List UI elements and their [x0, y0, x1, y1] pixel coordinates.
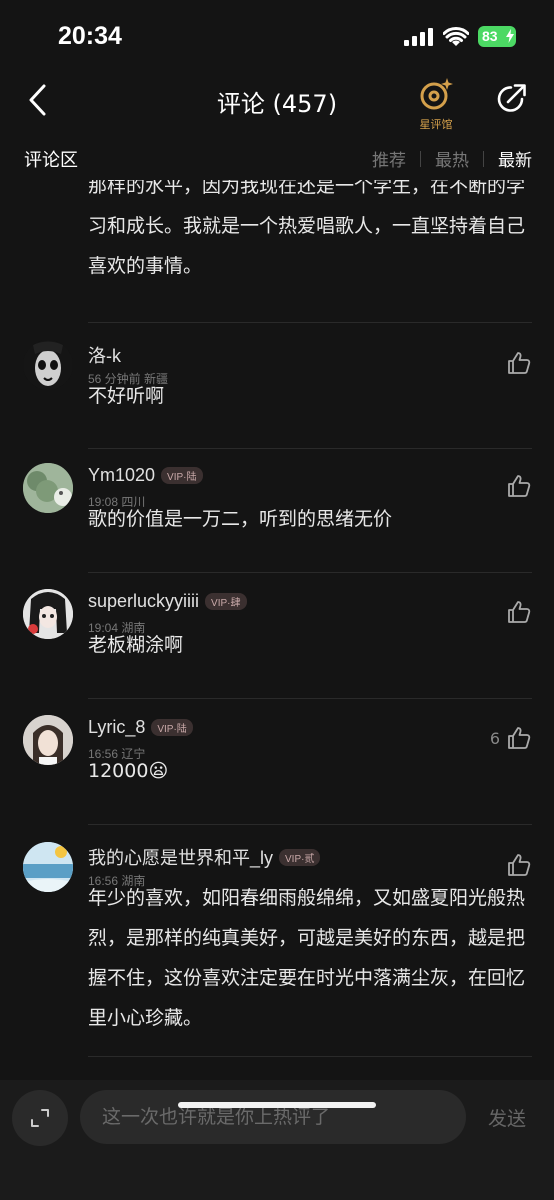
like-button[interactable] — [506, 473, 532, 499]
page-title: 评论 (457) — [216, 90, 338, 118]
username-row: Lyric_8 VIP·陆 — [88, 717, 193, 738]
username-row: Ym1020 VIP·陆 — [88, 465, 203, 486]
review-hall-label: 星评馆 — [419, 118, 453, 131]
like-button[interactable] — [506, 350, 532, 376]
avatar[interactable] — [23, 340, 73, 390]
comment-text-partial: 那样的水平，因为我现在还是一个学生，在不断的学习和成长。我就是一个热爱唱歌人，一… — [88, 180, 526, 277]
username[interactable]: superluckyyiiii — [88, 591, 199, 612]
comment-divider — [88, 572, 532, 573]
status-time: 20:34 — [58, 22, 122, 50]
like-count: 6 — [489, 728, 500, 748]
username-row: 我的心愿是世界和平_ly VIP·贰 — [88, 844, 321, 870]
comment-input[interactable] — [80, 1090, 466, 1144]
expand-icon — [31, 1109, 49, 1127]
vinyl-star-icon — [420, 78, 453, 110]
frowning-face-emoji: 😦 — [148, 760, 169, 782]
battery-level: 83 — [482, 28, 498, 44]
comment-text: 年少的喜欢，如阳春细雨般绵绵，又如盛夏阳光般热烈，是那样的纯真美好，可越是美好的… — [88, 887, 526, 1029]
comment-sort-bar: 评论区 推荐 最热 最新 — [0, 140, 554, 176]
comment-text: 不好听啊 — [88, 385, 165, 407]
tab-recommended[interactable]: 推荐 — [372, 146, 406, 171]
avatar[interactable] — [23, 589, 73, 639]
like-button[interactable] — [506, 599, 532, 625]
tab-newest[interactable]: 最新 — [498, 146, 532, 171]
comment-section-title: 评论区 — [24, 150, 78, 171]
thumbs-up-icon — [508, 601, 531, 623]
avatar-image — [23, 463, 73, 513]
comment-text: 老板糊涂啊 — [88, 634, 184, 656]
expand-button[interactable] — [12, 1090, 68, 1146]
username-row: superluckyyiiii VIP·肆 — [88, 591, 247, 612]
comment-divider — [88, 1056, 532, 1057]
home-indicator — [178, 1102, 376, 1108]
tab-divider — [483, 150, 484, 167]
comment-input-bar: 发送 — [0, 1080, 554, 1200]
share-icon[interactable] — [494, 82, 528, 116]
comment-divider — [88, 448, 532, 449]
avatar-image — [23, 340, 73, 390]
sort-tabs: 推荐 最热 最新 — [372, 146, 532, 171]
comment-divider — [88, 824, 532, 825]
nav-header: 评论 (457) 星评馆 — [0, 70, 554, 132]
tab-hottest[interactable]: 最热 — [435, 146, 469, 171]
username-row: 洛-k — [88, 342, 121, 368]
comment-text: 12000😦 — [88, 751, 536, 791]
comment-text: 歌的价值是一万二，听到的思绪无价 — [88, 508, 393, 530]
avatar[interactable] — [23, 842, 73, 892]
vip-badge: VIP·贰 — [279, 848, 321, 866]
review-hall-button[interactable]: 星评馆 — [413, 76, 459, 132]
comment-list: 那样的水平，因为我现在还是一个学生，在不断的学习和成长。我就是一个热爱唱歌人，一… — [0, 180, 554, 1080]
thumbs-up-icon — [508, 854, 531, 876]
username[interactable]: Lyric_8 — [88, 717, 145, 738]
avatar[interactable] — [23, 463, 73, 513]
comment-divider — [88, 322, 532, 323]
comment-divider — [88, 698, 532, 699]
avatar[interactable] — [23, 715, 73, 765]
vip-badge: VIP·陆 — [151, 719, 193, 736]
vip-badge: VIP·肆 — [205, 593, 247, 610]
status-bar: 20:34 83 — [0, 0, 554, 70]
thumbs-up-icon — [508, 727, 531, 749]
username[interactable]: 洛-k — [88, 342, 121, 368]
thumbs-up-icon — [508, 475, 531, 497]
avatar-image — [23, 842, 73, 892]
avatar-image — [23, 715, 73, 765]
battery-indicator: 83 — [478, 26, 516, 47]
username[interactable]: 我的心愿是世界和平_ly — [88, 844, 273, 870]
cellular-signal-icon — [404, 28, 433, 46]
like-button[interactable] — [506, 852, 532, 878]
wifi-icon — [443, 27, 469, 46]
charging-bolt-icon — [506, 29, 514, 43]
username[interactable]: Ym1020 — [88, 465, 155, 486]
avatar-image — [23, 589, 73, 639]
comment-text-body: 12000 — [88, 760, 149, 782]
vip-badge: VIP·陆 — [161, 467, 203, 484]
tab-divider — [420, 150, 421, 167]
send-button[interactable]: 发送 — [488, 1104, 526, 1131]
thumbs-up-icon — [508, 352, 531, 374]
like-button[interactable]: 6 — [490, 725, 532, 751]
